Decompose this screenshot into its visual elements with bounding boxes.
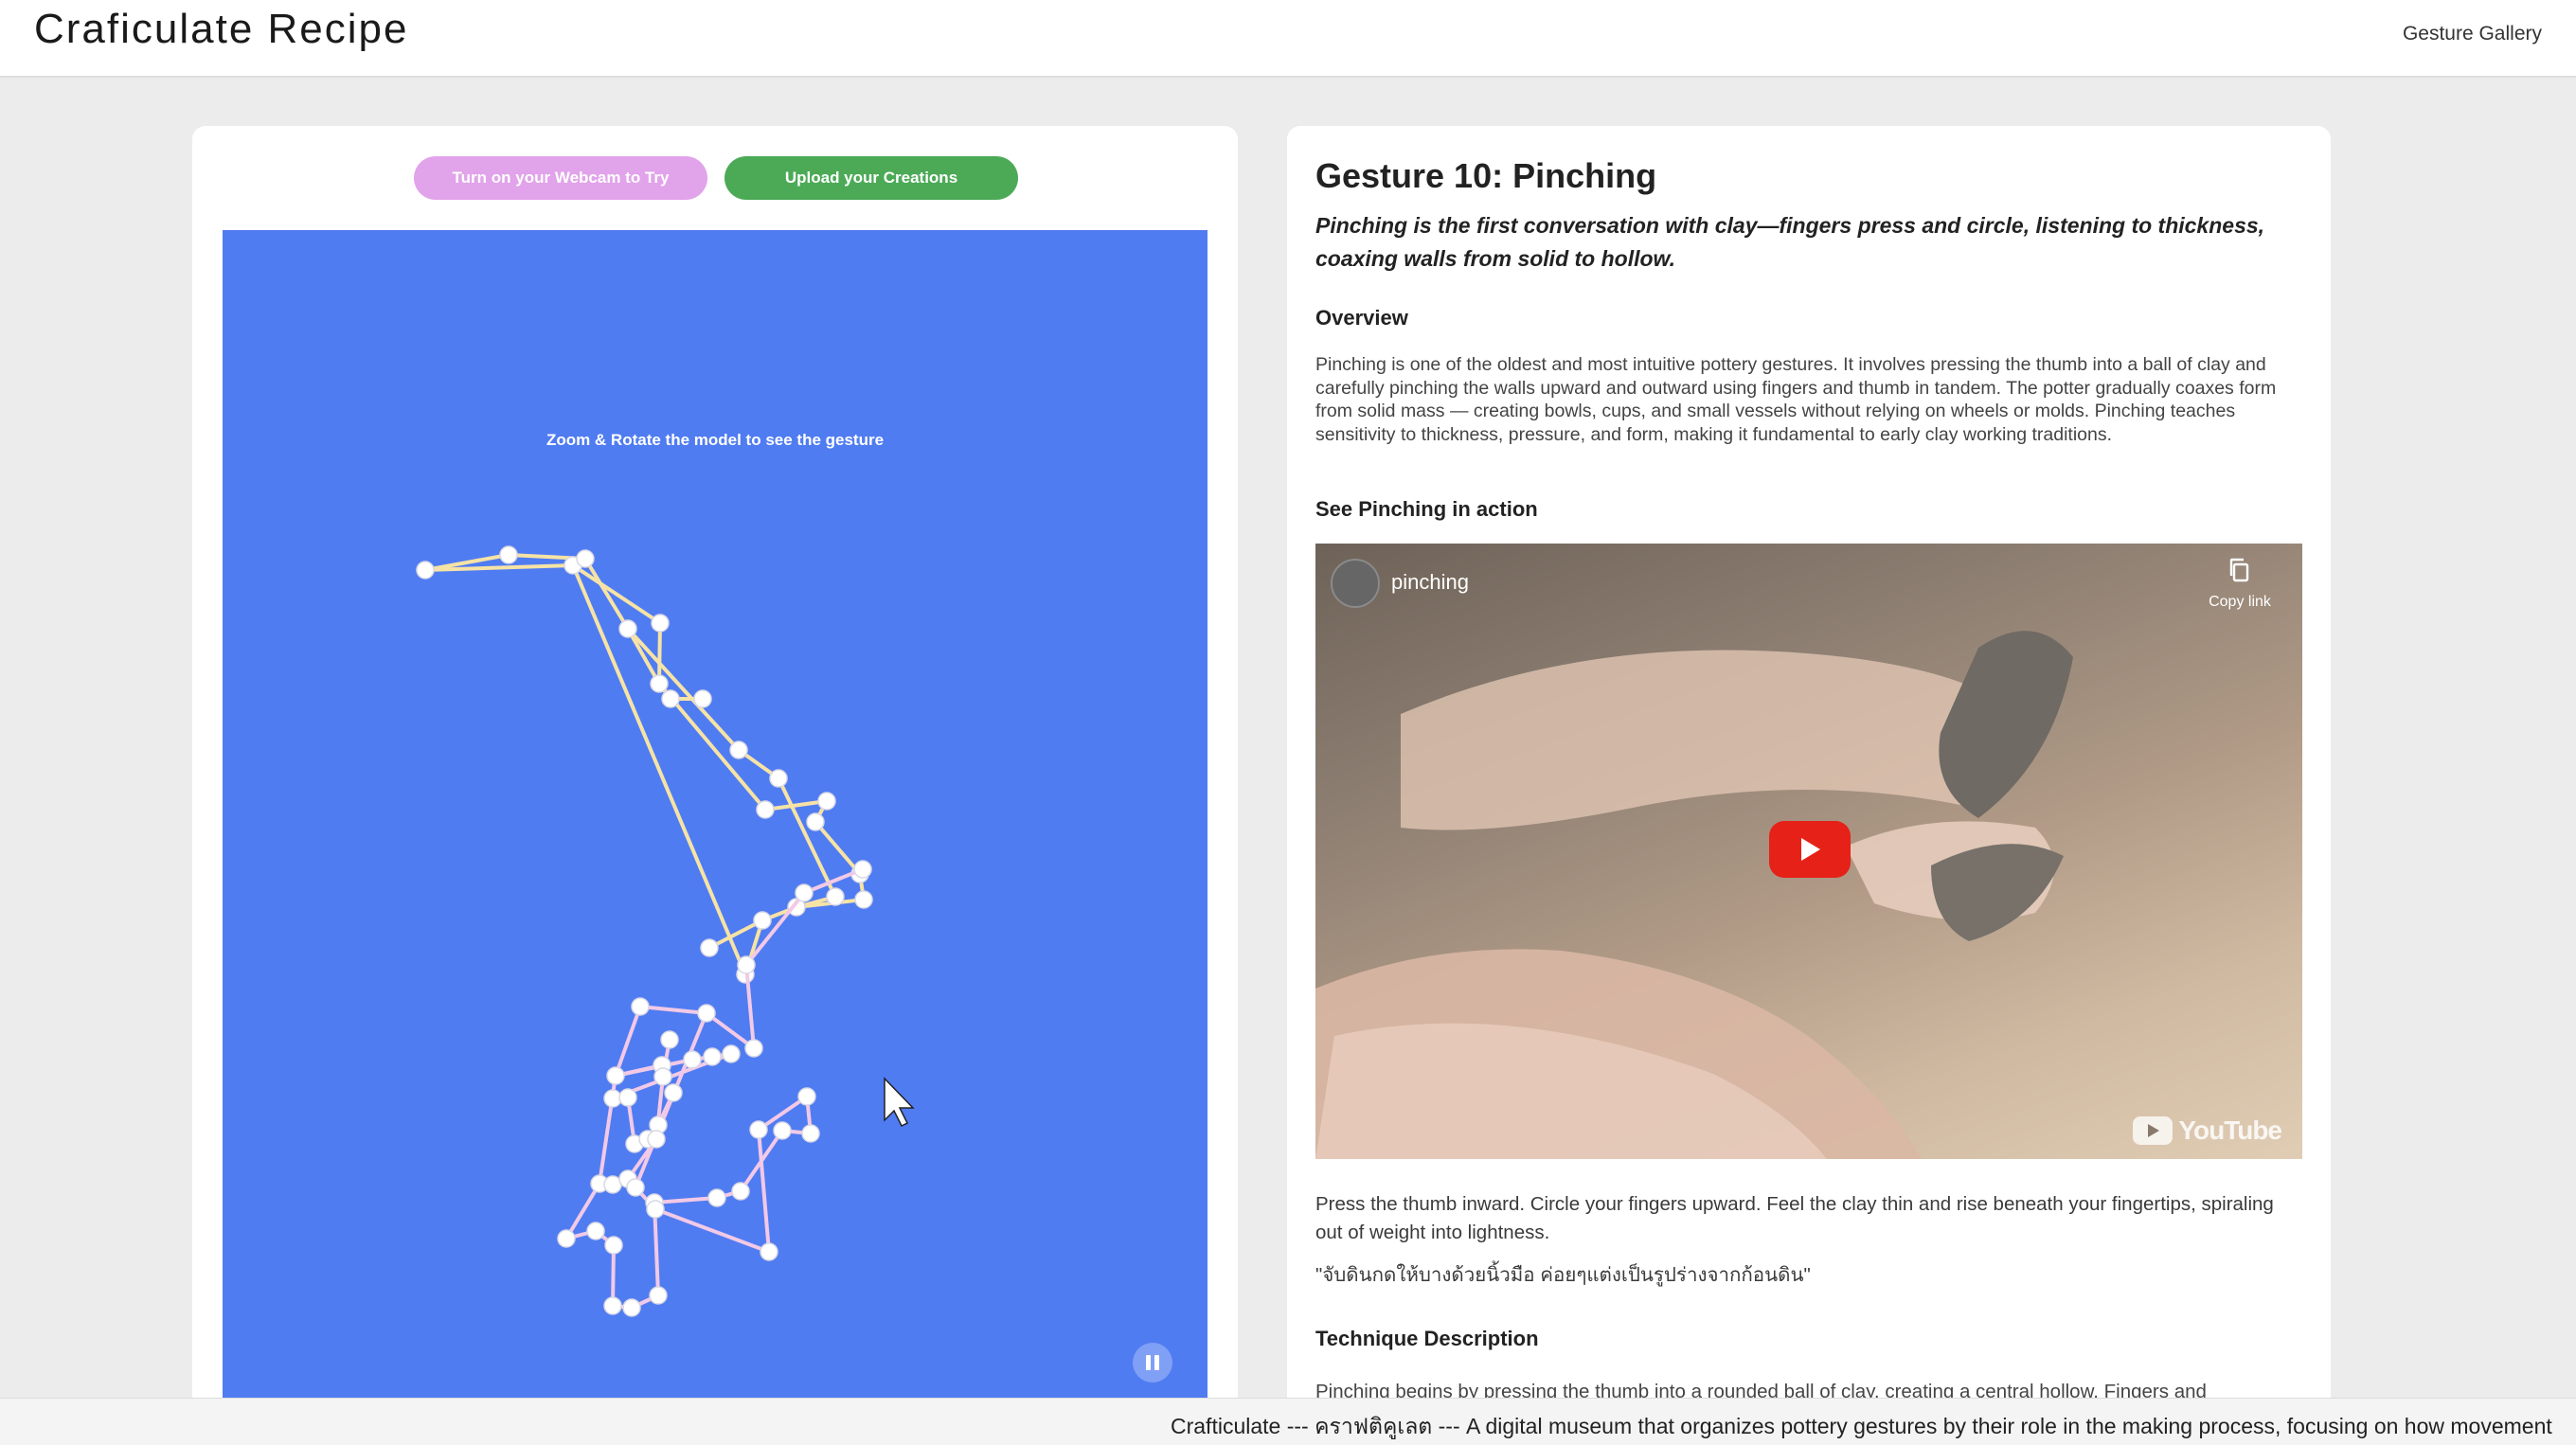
joint-lower: [744, 1039, 763, 1058]
play-icon: [1801, 838, 1820, 861]
joint-upper: [817, 792, 836, 811]
joint-lower: [660, 1030, 679, 1049]
bone-lower: [653, 1207, 771, 1254]
gesture-tagline: Pinching is the first conversation with …: [1315, 213, 2265, 271]
joint-upper: [499, 545, 518, 564]
channel-avatar[interactable]: [1331, 559, 1380, 608]
joint-lower: [703, 1047, 722, 1066]
joint-lower: [603, 1296, 622, 1315]
joint-upper: [753, 911, 772, 930]
joint-lower: [626, 1178, 645, 1197]
joint-lower: [683, 1050, 702, 1069]
joint-lower: [664, 1083, 683, 1102]
youtube-logo[interactable]: YouTube: [2133, 1115, 2282, 1146]
technique-heading: Technique Description: [1315, 1327, 1539, 1350]
joint-lower: [801, 1124, 820, 1143]
copy-link-button[interactable]: Copy link: [2202, 557, 2278, 611]
joint-upper: [756, 800, 775, 819]
thai-quote: "จับดินกดให้บางด้วยนิ้วมือ ค่อยๆแต่งเป็น…: [1315, 1264, 1811, 1286]
joint-lower: [737, 955, 756, 974]
upload-creations-button[interactable]: Upload your Creations: [724, 156, 1018, 200]
bone-upper: [763, 799, 829, 812]
joint-lower: [731, 1182, 750, 1201]
joint-lower: [760, 1242, 778, 1261]
model-panel: Turn on your Webcam to Try Upload your C…: [192, 126, 1238, 1445]
joint-lower: [622, 1298, 641, 1317]
video-channel-name[interactable]: pinching: [1391, 570, 1469, 595]
joint-lower: [586, 1222, 605, 1240]
joint-upper: [854, 890, 873, 909]
bone-lower: [638, 1005, 708, 1015]
joint-upper: [700, 938, 719, 957]
joint-lower: [631, 997, 650, 1016]
joint-upper: [618, 619, 637, 638]
joint-lower: [618, 1088, 637, 1107]
site-title[interactable]: Craficulate Recipe: [34, 6, 409, 53]
joint-lower: [646, 1200, 665, 1219]
video-heading: See Pinching in action: [1315, 497, 1538, 521]
play-button[interactable]: [1769, 821, 1851, 878]
joint-upper: [651, 614, 670, 633]
joint-lower: [604, 1236, 623, 1255]
bone-lower: [614, 1005, 642, 1078]
top-bar: Craficulate Recipe Gesture Gallery: [0, 0, 2576, 78]
joint-lower: [606, 1066, 625, 1085]
joint-upper: [576, 549, 595, 568]
hand-skeleton-model[interactable]: [223, 230, 1208, 1445]
overview-text: Pinching is one of the oldest and most i…: [1315, 354, 2277, 445]
copy-link-label: Copy link: [2209, 594, 2271, 610]
overview-heading: Overview: [1315, 306, 1408, 330]
joint-lower: [853, 860, 872, 879]
joint-upper: [650, 674, 669, 693]
youtube-label: YouTube: [2178, 1115, 2282, 1145]
joint-lower: [647, 1130, 666, 1149]
joint-lower: [603, 1089, 622, 1108]
joint-lower: [653, 1067, 672, 1086]
joint-upper: [769, 769, 788, 788]
copy-icon: [2229, 558, 2249, 582]
joint-lower: [773, 1121, 792, 1140]
joint-upper: [693, 689, 712, 708]
gesture-title: Gesture 10: Pinching: [1315, 156, 1657, 195]
footer-ticker: Crafticulate --- คราฟติคูเลต --- A digit…: [0, 1398, 2576, 1445]
joint-lower: [722, 1044, 741, 1063]
joint-lower: [697, 1004, 716, 1023]
joint-lower: [749, 1120, 768, 1139]
joint-upper: [729, 740, 748, 759]
hand-model-viewer[interactable]: Zoom & Rotate the model to see the gestu…: [223, 230, 1208, 1445]
joint-lower: [797, 1087, 816, 1106]
bone-lower: [653, 1196, 719, 1204]
bone-upper: [583, 557, 630, 631]
gesture-gallery-link[interactable]: Gesture Gallery: [2403, 23, 2542, 45]
joint-upper: [416, 561, 435, 580]
video-embed[interactable]: pinching Copy link YouTube: [1315, 544, 2302, 1159]
joint-upper: [826, 887, 845, 906]
bone-lower: [744, 891, 806, 967]
instruction-text: Press the thumb inward. Circle your fing…: [1315, 1193, 2274, 1243]
joint-lower: [649, 1286, 668, 1305]
joint-lower: [707, 1188, 726, 1207]
joint-lower: [795, 883, 814, 902]
joint-upper: [661, 689, 680, 708]
bone-lower: [757, 1128, 771, 1254]
gesture-info-panel: Gesture 10: Pinching Pinching is the fir…: [1287, 126, 2331, 1445]
ticker-text: Crafticulate --- คราฟติคูเลต --- A digit…: [1171, 1414, 2552, 1438]
webcam-button[interactable]: Turn on your Webcam to Try: [414, 156, 707, 200]
joint-upper: [806, 812, 825, 831]
youtube-icon: [2133, 1116, 2174, 1145]
pause-icon[interactable]: [1133, 1343, 1172, 1383]
joint-lower: [557, 1229, 576, 1248]
